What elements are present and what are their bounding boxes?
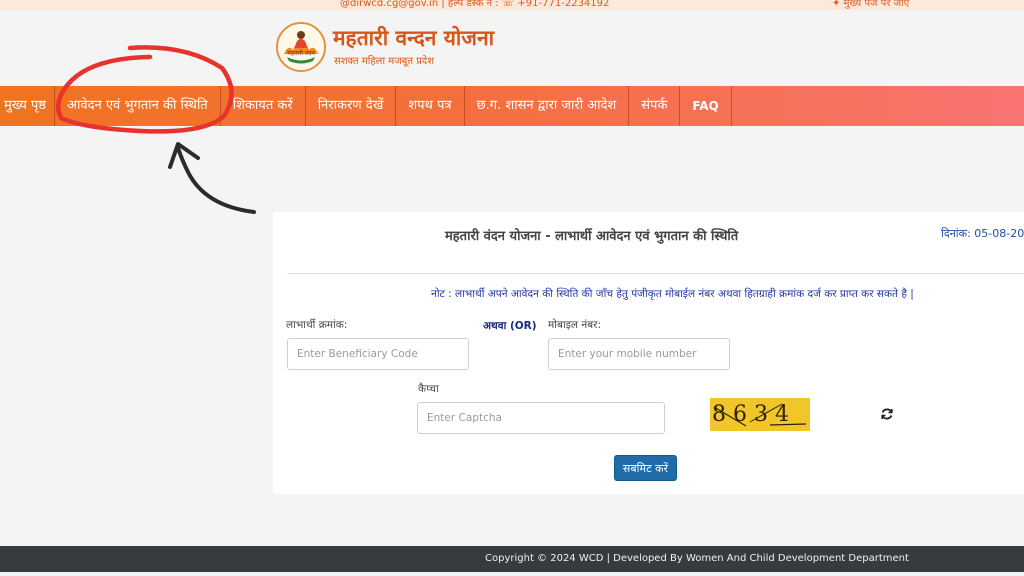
mobile-number-label: मोबाइल नंबर: bbox=[548, 319, 601, 331]
site-footer: Copyright © 2024 WCD | Developed By Wome… bbox=[0, 546, 1024, 572]
or-separator: अथवा (OR) bbox=[483, 320, 537, 332]
captcha-noise-lines bbox=[713, 403, 807, 427]
status-check-panel: महतारी वंदन योजना - लाभार्थी आवेदन एवं भ… bbox=[273, 212, 1024, 494]
beneficiary-code-label: लाभार्थी क्रमांक: bbox=[286, 319, 348, 331]
annotation-red-circle bbox=[56, 45, 234, 134]
captcha-label: कैप्चा bbox=[418, 383, 439, 395]
captcha-input[interactable] bbox=[417, 402, 665, 434]
refresh-captcha-icon[interactable] bbox=[880, 407, 894, 421]
copyright-text: Copyright © 2024 WCD | Developed By Wome… bbox=[485, 553, 909, 564]
panel-divider bbox=[287, 273, 1024, 274]
mobile-number-input[interactable] bbox=[548, 338, 730, 370]
panel-date: दिनांक: 05-08-2026 bbox=[941, 227, 1024, 240]
panel-note: नोट : लाभार्थी अपने आवेदन की स्थिति की ज… bbox=[431, 288, 914, 300]
annotation-pointer-arrow bbox=[176, 146, 256, 214]
beneficiary-code-input[interactable] bbox=[287, 338, 469, 370]
submit-button[interactable]: सबमिट करें bbox=[614, 455, 677, 481]
bottom-strip bbox=[0, 572, 1024, 576]
panel-title: महतारी वंदन योजना - लाभार्थी आवेदन एवं भ… bbox=[445, 229, 739, 244]
captcha-image: 8634 bbox=[710, 398, 810, 431]
